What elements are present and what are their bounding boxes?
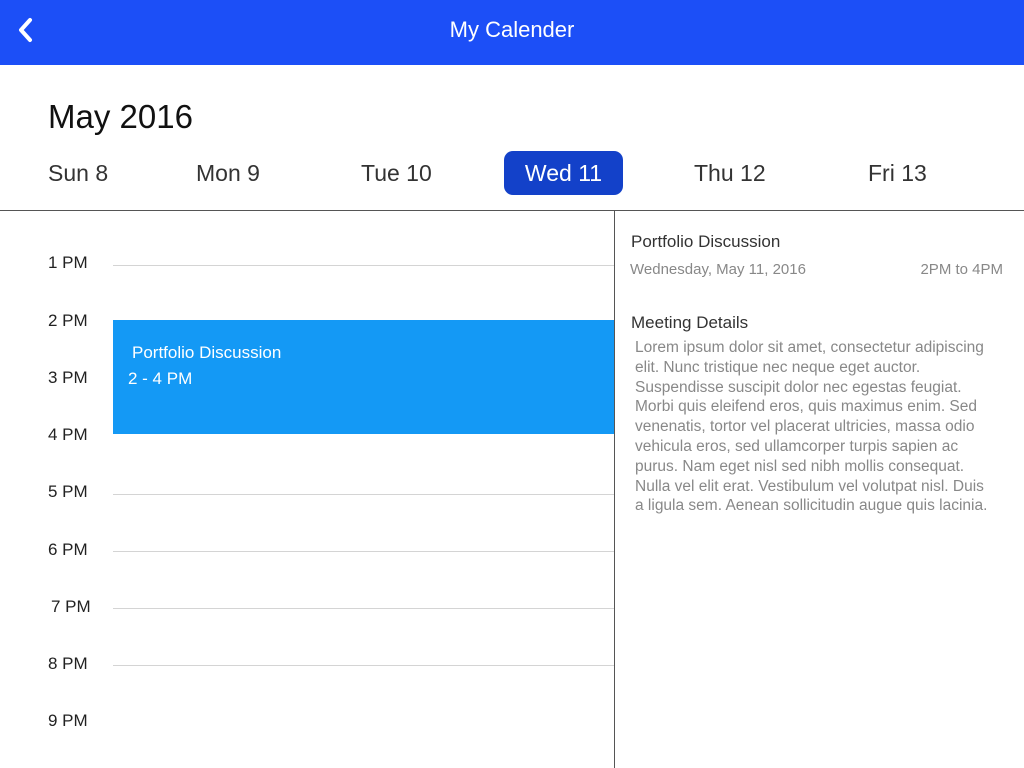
hour-label-5pm: 5 PM [48,482,88,501]
pane-divider [614,211,615,768]
details-line: elit. Nunc tristique nec neque eget auct… [635,358,921,376]
hour-line-6pm [113,551,614,552]
day-tab-mon-9[interactable]: Mon 9 [178,151,278,195]
hour-label-4pm: 4 PM [48,425,88,444]
details-line: vehicula eros, sed ullamcorper turpis sa… [635,437,959,455]
details-line: Morbi quis eleifend eros, quis maximus e… [635,398,978,416]
day-tab-thu-12[interactable]: Thu 12 [676,151,784,195]
details-line: Nulla vel elit erat. Vestibulum vel volu… [635,477,984,495]
event-block-portfolio-discussion[interactable]: Portfolio Discussion 2 - 4 PM [113,320,614,434]
top-bar: My Calender [0,0,1024,65]
details-line: venenatis, tortor vel placerat ultricies… [635,418,975,436]
hour-line-5pm [113,494,614,495]
detail-hours: 2PM to 4PM [920,261,1003,278]
hour-line-7pm [113,608,614,609]
details-line: Suspendisse suscipit dolor nec egestas f… [635,378,962,396]
details-line: Lorem ipsum dolor sit amet, consectetur … [635,339,984,356]
hour-line-1pm [113,265,614,266]
header-divider [0,210,1024,211]
detail-date: Wednesday, May 11, 2016 [630,261,806,278]
hour-label-9pm: 9 PM [48,711,88,730]
day-tab-tue-10[interactable]: Tue 10 [343,151,450,195]
hour-label-6pm: 6 PM [48,540,88,559]
event-time: 2 - 4 PM [128,369,193,388]
hour-label-2pm: 2 PM [48,311,88,330]
meeting-details-heading: Meeting Details [631,313,749,332]
hour-line-8pm [113,665,614,666]
meeting-details-body: Lorem ipsum dolor sit amet, consectetur … [635,338,1010,516]
details-line: purus. Nam eget nisl sed nibh mollis con… [635,457,965,475]
hour-label-8pm: 8 PM [48,654,88,673]
details-line: a ligula sem. Aenean sollicitudin augue … [635,497,988,515]
day-tab-wed-11[interactable]: Wed 11 [504,151,623,195]
day-tab-fri-13[interactable]: Fri 13 [850,151,945,195]
event-title: Portfolio Discussion [132,343,282,362]
hour-label-7pm: 7 PM [51,597,91,616]
month-title: May 2016 [48,98,193,135]
hour-label-1pm: 1 PM [48,253,88,272]
app-title: My Calender [449,17,575,42]
detail-title: Portfolio Discussion [631,232,781,251]
day-tab-sun-8[interactable]: Sun 8 [30,151,126,195]
hour-label-3pm: 3 PM [48,368,88,387]
